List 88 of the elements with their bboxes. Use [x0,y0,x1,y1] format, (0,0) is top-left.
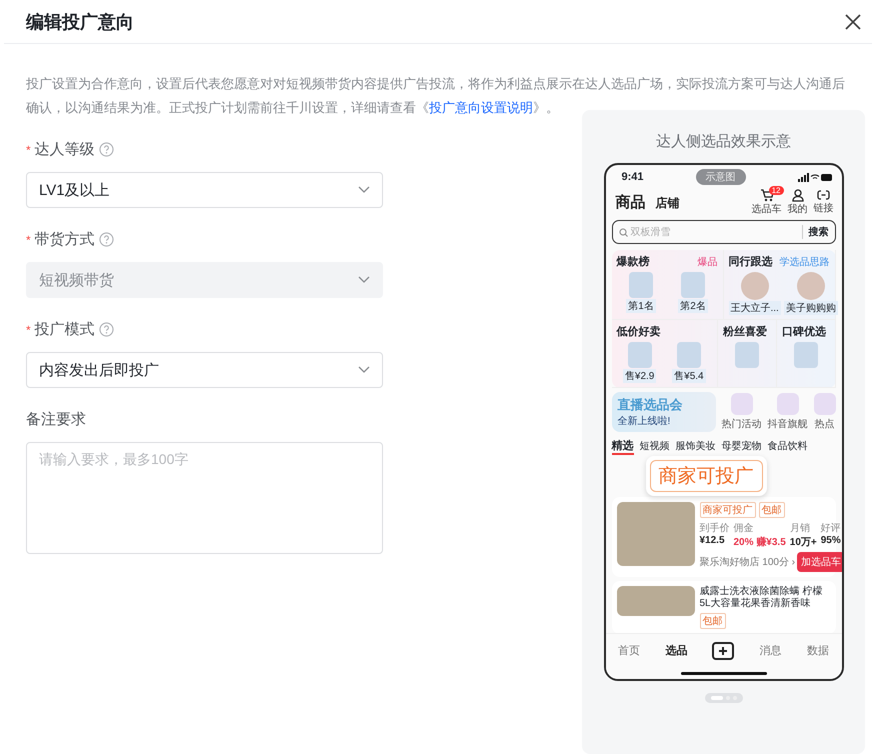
guide-link[interactable]: 投广意向设置说明 [429,100,533,115]
field-label: 带货方式 [34,230,95,249]
action-label: 选品车 [752,202,782,216]
avatar-placeholder [740,272,769,300]
help-icon[interactable] [98,142,114,157]
shortcut-icon[interactable] [814,393,836,415]
stat-label: 到手价 [700,522,730,535]
shortcut-icon[interactable] [776,393,798,415]
section-title: 口碑优选 [782,324,826,339]
stat-value: 10万+ [790,536,817,549]
shortcut-label: 抖音旗舰 [768,418,808,431]
product-photo-placeholder [628,342,652,368]
count-badge: 12 [768,186,784,195]
add-icon[interactable] [712,642,734,660]
category-tab[interactable]: 精选 [612,438,634,455]
shortcut-label: 热点 [814,418,834,431]
banner-subtitle: 全新上线啦! [618,414,672,428]
highlight-callout: 商家可投广 [646,456,766,496]
add-to-cart-button[interactable]: 加选品车 [797,552,842,572]
item-caption: 美子购购购 [784,301,838,315]
dialog-title: 编辑投广意向 [26,10,134,34]
stat-value: 95% [820,535,841,548]
nav-tab[interactable]: 首页 [618,643,640,658]
category-tab[interactable]: 短视频 [640,438,670,454]
chevron-down-icon [358,186,370,194]
required-mark: * [26,322,31,336]
select-field[interactable]: 内容发出后即投广 [26,352,383,388]
nav-tab[interactable]: 选品 [665,643,688,658]
link-icon [817,189,830,201]
app-tab[interactable]: 商品 [616,194,646,211]
status-icons-drawing [798,172,832,182]
action-label: 我的 [788,202,808,216]
item-caption: 售¥2.9 [622,369,656,383]
mockup-label: 示意图 [696,169,746,185]
product-photo-placeholder [681,272,705,298]
product-title: 威露士洗衣液除菌除螨 柠檬5L大容量花果香清新香味 [700,586,824,610]
category-tab[interactable]: 食品饮料 [768,438,808,454]
search-icon [618,228,628,236]
field-label: 备注要求 [26,410,86,429]
product-tag: 商家可投广 [700,502,756,518]
nav-tab[interactable]: 消息 [760,643,782,658]
required-mark: * [26,142,31,156]
item-caption: 第2名 [678,299,708,313]
action-label: 链接 [814,202,834,215]
shortcut-icon[interactable] [730,393,752,415]
field-label: 达人等级 [34,140,95,159]
search-field[interactable]: 双板滑雪 搜索 [612,220,836,244]
select-field[interactable]: LV1及以上 [26,172,383,208]
product-tag: 包邮 [758,502,784,518]
required-mark: * [26,232,31,246]
chevron-down-icon [358,366,370,374]
section-title: 低价好卖 [616,324,660,339]
stat-value: ¥12.5 [700,535,726,548]
help-icon[interactable] [98,322,114,337]
category-tab[interactable]: 母婴宠物 [722,438,762,454]
close-icon [844,12,862,30]
item-caption: 售¥5.4 [672,369,706,383]
shop-name: 聚乐淘好物店 100分 › [700,556,796,569]
item-caption: 王大立子... [728,301,781,315]
section-title: 粉丝喜爱 [723,324,767,339]
preview-title: 达人侧选品效果示意 [656,132,791,151]
section-title: 爆款榜 [616,254,650,269]
description-text: 投广设置为合作意向，设置后代表您愿意对对短视频带货内容提供广告投流，将作为利益点展示在达人选品广场，实际投流方案可与达人沟通后确认，以沟通结果为准。正式投广计划需前往千川设置，详细请查看《投广意向设置说明》。 [26,75,846,117]
stat-value: 20% 赚¥3.5 [734,535,786,549]
section-title: 同行跟选 [728,254,772,269]
banner-title: 直播选品会 [618,396,684,414]
item-caption: 第1名 [626,299,656,313]
cart-icon [760,189,774,202]
stat-label: 好评 [820,522,841,535]
product-tag: 包邮 [700,613,726,629]
search-button[interactable]: 搜索 [802,225,828,239]
nav-tab[interactable]: 数据 [806,643,829,658]
field-label: 投广模式 [34,320,95,339]
product-photo-placeholder [794,342,818,368]
product-photo-placeholder [676,342,701,368]
stat-label: 月销 [790,522,811,535]
stat-label: 佣金 [734,522,754,535]
product-photo-placeholder [629,272,653,298]
avatar-placeholder [796,272,825,300]
section-tag[interactable]: 爆品 [698,254,718,268]
status-time: 9:41 [622,171,644,183]
remark-input[interactable]: 请输入要求，最多100字 [26,442,383,554]
chevron-down-icon [358,276,370,284]
user-icon [792,189,804,202]
app-tab[interactable]: 店铺 [656,196,680,210]
category-tab[interactable]: 服饰美妆 [676,438,716,454]
shortcut-label: 热门活动 [722,418,762,431]
product-photo-placeholder [734,342,759,368]
